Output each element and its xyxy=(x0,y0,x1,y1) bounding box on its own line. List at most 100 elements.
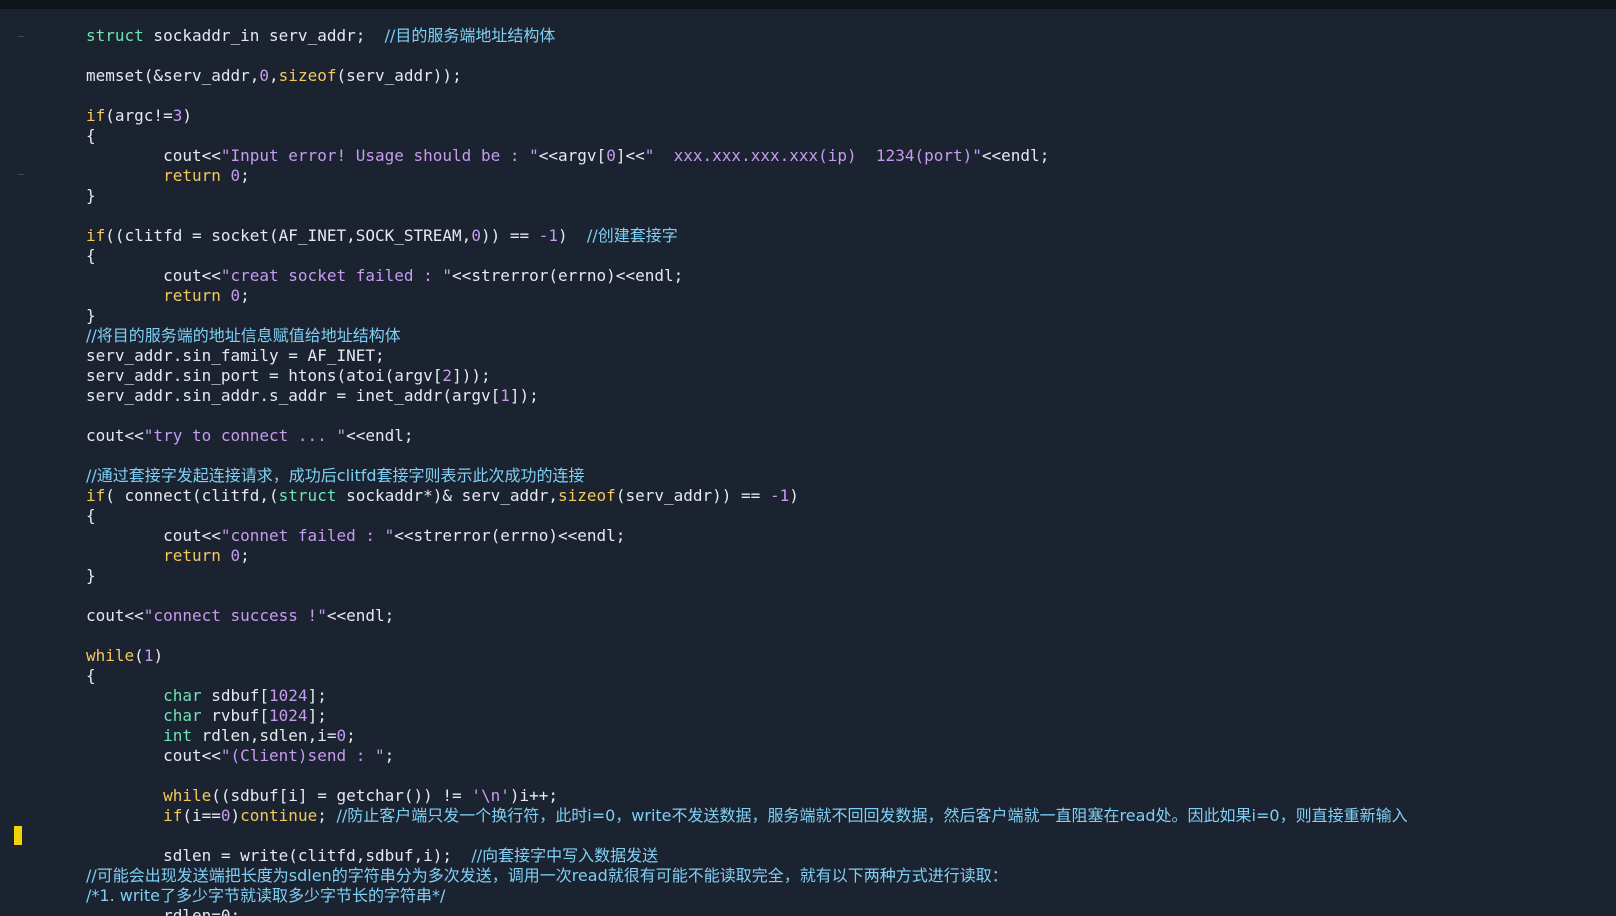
code-token: struct xyxy=(86,26,144,45)
code-token: (argc!= xyxy=(105,106,173,125)
code-line: cout<<"creat socket failed : "<<strerror… xyxy=(86,266,1408,286)
code-token: cout<< xyxy=(86,606,144,625)
code-token: "Input error! Usage should be : " xyxy=(220,146,539,165)
code-token: //向套接字中写入数据发送 xyxy=(471,846,659,865)
code-token: ; xyxy=(346,726,356,745)
gutter-marker xyxy=(18,36,24,37)
code-line: //将目的服务端的地址信息赋值给地址结构体 xyxy=(86,326,1408,346)
code-token: if xyxy=(86,106,106,125)
code-content[interactable]: struct sockaddr_in serv_addr; //目的服务端地址结… xyxy=(86,26,1408,916)
gutter-marker xyxy=(18,174,24,175)
code-token: return xyxy=(163,166,221,185)
code-token: ((clitfd = socket(AF_INET,SOCK_STREAM, xyxy=(105,226,472,245)
code-token: ) xyxy=(789,486,799,505)
code-line: serv_addr.sin_family = AF_INET; xyxy=(86,346,1408,366)
code-token: memset(&serv_addr, xyxy=(86,66,260,85)
code-token: { xyxy=(86,666,96,685)
code-token: )) == xyxy=(480,226,539,245)
code-token: )i++; xyxy=(509,786,559,805)
code-line: if( connect(clitfd,(struct sockaddr*)& s… xyxy=(86,486,1408,506)
code-token: ) xyxy=(153,646,164,665)
code-line: while((sdbuf[i] = getchar()) != '\n')i++… xyxy=(86,786,1408,806)
code-token: char xyxy=(163,706,202,725)
title-bar xyxy=(0,0,1616,9)
code-token: return xyxy=(163,286,221,305)
code-token: } xyxy=(86,566,96,585)
code-token: sizeof xyxy=(558,486,616,505)
code-line: cout<<"(Client)send : "; xyxy=(86,746,1408,766)
code-token: 0 xyxy=(230,166,241,185)
code-token: '\n' xyxy=(471,786,510,805)
code-token: "connect success !" xyxy=(143,606,327,625)
code-token: <<endl; xyxy=(346,426,414,445)
code-token: sdlen = write(clitfd,sdbuf,i); xyxy=(86,846,472,865)
code-token: if xyxy=(86,226,106,245)
code-token: -1 xyxy=(538,226,559,245)
code-token: 0 xyxy=(220,806,231,825)
code-token: ) xyxy=(230,806,241,825)
code-token: serv_addr.sin_addr.s_addr = inet_addr(ar… xyxy=(86,386,501,405)
code-line: //通过套接字发起连接请求，成功后clitfd套接字则表示此次成功的连接 xyxy=(86,466,1408,486)
code-line: sdlen = write(clitfd,sdbuf,i); //向套接字中写入… xyxy=(86,846,1408,866)
code-token: (i== xyxy=(182,806,221,825)
code-token: //防止客户端只发一个换行符，此时i=0，write不发送数据，服务端就不回回发… xyxy=(336,806,1408,825)
code-token: 3 xyxy=(172,106,183,125)
code-token: ])); xyxy=(452,366,491,385)
code-line: } xyxy=(86,186,1408,206)
code-line: cout<<"Input error! Usage should be : " <… xyxy=(86,146,1408,166)
code-token: //创建套接字 xyxy=(586,226,678,245)
code-token: ; xyxy=(317,806,337,825)
code-token: } xyxy=(86,306,96,325)
code-token: ]<< xyxy=(615,146,645,165)
code-line: } xyxy=(86,306,1408,326)
code-token: 0 xyxy=(606,146,616,165)
code-line: if(argc!=3) xyxy=(86,106,1408,126)
code-token: (serv_addr)); xyxy=(336,66,462,85)
code-line: { xyxy=(86,506,1408,526)
code-token: if xyxy=(86,486,106,505)
code-token: /*1. write了多少字节就读取多少字节长的字符串*/ xyxy=(86,886,446,905)
code-token: serv_addr.sin_family = AF_INET; xyxy=(86,346,385,365)
code-token: ]); xyxy=(509,386,539,405)
code-token: cout<< xyxy=(86,146,221,165)
code-token: cout<< xyxy=(86,526,221,545)
code-token: 1 xyxy=(143,646,154,665)
code-line: rdlen=0; xyxy=(86,906,1408,916)
code-line: cout<<"connect success !"<<endl; xyxy=(86,606,1408,626)
code-token: ; xyxy=(240,286,250,305)
code-token: if xyxy=(163,806,183,825)
code-line: return 0; xyxy=(86,286,1408,306)
code-token: 0 xyxy=(471,226,481,245)
code-token: 2 xyxy=(442,366,453,385)
code-line: memset(&serv_addr,0,sizeof(serv_addr)); xyxy=(86,66,1408,86)
code-token: 0 xyxy=(336,726,347,745)
code-token: ) xyxy=(558,226,587,245)
code-line: return 0; xyxy=(86,546,1408,566)
code-token: "connet failed : " xyxy=(220,526,395,545)
code-token: { xyxy=(86,246,96,265)
code-token: ( connect(clitfd,( xyxy=(105,486,279,505)
code-token: int xyxy=(163,726,192,745)
code-token: <<endl; xyxy=(981,146,1050,165)
code-token: cout<< xyxy=(86,266,221,285)
code-editor[interactable]: struct sockaddr_in serv_addr; //目的服务端地址结… xyxy=(0,9,1616,916)
code-line: { xyxy=(86,246,1408,266)
code-token: ((sdbuf[i] = getchar()) != xyxy=(211,786,472,805)
code-token: sizeof xyxy=(278,66,337,85)
code-token: 1024 xyxy=(269,706,308,725)
code-token: sockaddr*)& serv_addr, xyxy=(336,486,559,505)
code-token: { xyxy=(86,126,96,145)
code-token: <<strerror(errno)<<endl; xyxy=(452,266,684,285)
code-line: /*1. write了多少字节就读取多少字节长的字符串*/ xyxy=(86,886,1408,906)
code-token: 1024 xyxy=(269,686,308,705)
code-line: serv_addr.sin_addr.s_addr = inet_addr(ar… xyxy=(86,386,1408,406)
